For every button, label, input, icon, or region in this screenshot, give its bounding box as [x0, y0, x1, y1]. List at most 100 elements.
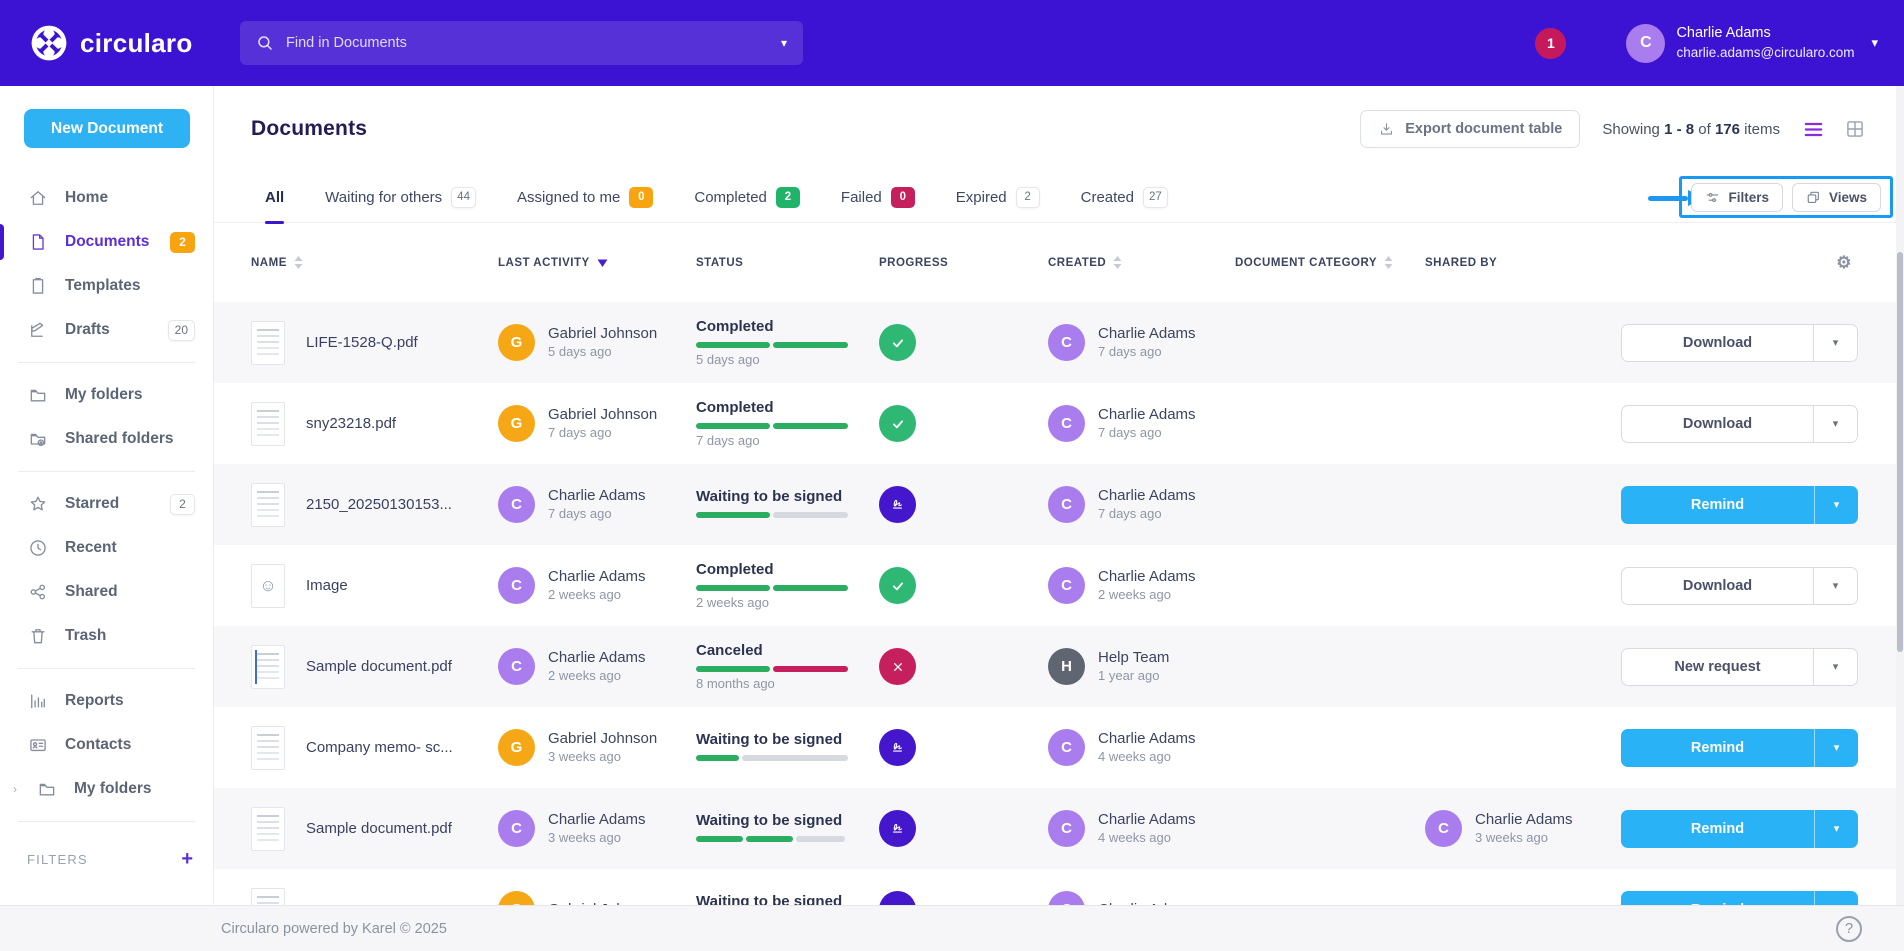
sort-icon[interactable]: [294, 256, 303, 269]
export-document-table-button[interactable]: Export document table: [1360, 110, 1580, 148]
column-header-document-category[interactable]: DOCUMENT CATEGORY: [1235, 256, 1425, 269]
signature-icon: [879, 729, 916, 766]
chevron-down-icon[interactable]: ▾: [1814, 486, 1858, 524]
user-menu-chevron-down-icon: ▾: [1871, 35, 1878, 51]
star-icon: [27, 494, 48, 515]
grid-view-icon[interactable]: [1844, 118, 1866, 140]
table-row[interactable]: Sample document.pdf CCharlie Adams2 week…: [214, 626, 1904, 707]
sidebar-item-shared-folders[interactable]: Shared folders: [0, 417, 213, 461]
table-row[interactable]: LIFE-1528-Q.pdf GGabriel Johnson5 days a…: [214, 302, 1904, 383]
list-view-icon[interactable]: [1802, 118, 1824, 140]
image-thumbnail: ☺: [251, 564, 285, 608]
filters-section-label: FILTERS: [27, 852, 88, 867]
table-row[interactable]: ☺Image CCharlie Adams2 weeks ago Complet…: [214, 545, 1904, 626]
document-thumbnail: [251, 402, 285, 446]
remind-button[interactable]: Remind▾: [1621, 810, 1858, 848]
tab-expired[interactable]: Expired 2: [956, 172, 1040, 223]
chevron-down-icon[interactable]: ▾: [1814, 729, 1858, 767]
sidebar-item-starred[interactable]: Starred 2: [0, 482, 213, 526]
help-icon[interactable]: ?: [1836, 916, 1862, 942]
filters-button[interactable]: Filters: [1691, 183, 1783, 212]
tab-waiting-for-others[interactable]: Waiting for others 44: [325, 172, 476, 223]
sort-desc-icon[interactable]: [597, 259, 608, 267]
sidebar-item-recent[interactable]: Recent: [0, 526, 213, 570]
document-name[interactable]: Sample document.pdf: [306, 658, 452, 675]
table-row[interactable]: Company memo- sc... GGabriel Johnson3 we…: [214, 707, 1904, 788]
sidebar-item-contacts[interactable]: Contacts: [0, 723, 213, 767]
tab-count-badge: 2: [1016, 187, 1040, 208]
tab-completed[interactable]: Completed 2: [694, 172, 800, 223]
sidebar-item-trash[interactable]: Trash: [0, 614, 213, 658]
home-icon: [27, 188, 48, 209]
tab-assigned-to-me[interactable]: Assigned to me 0: [517, 172, 653, 223]
document-name[interactable]: Sample document.pdf: [306, 820, 452, 837]
sidebar-item-reports[interactable]: Reports: [0, 679, 213, 723]
document-name[interactable]: sny23218.pdf: [306, 415, 396, 432]
sidebar-item-my-folders[interactable]: My folders: [0, 373, 213, 417]
filters-section: FILTERS +: [0, 832, 213, 871]
sidebar-item-templates[interactable]: Templates: [0, 264, 213, 308]
person-name: Help Team: [1098, 648, 1169, 668]
document-thumbnail: [251, 483, 285, 527]
chevron-down-icon[interactable]: ▾: [1813, 568, 1857, 604]
download-button[interactable]: Download▾: [1621, 567, 1858, 605]
chevron-down-icon[interactable]: ▾: [1813, 649, 1857, 685]
document-name[interactable]: Company memo- sc...: [306, 739, 453, 756]
user-menu[interactable]: C Charlie Adams charlie.adams@circularo.…: [1626, 24, 1878, 63]
sidebar-item-label: My folders: [74, 780, 152, 798]
chevron-down-icon[interactable]: ▾: [1814, 810, 1858, 848]
column-header-last-activity[interactable]: LAST ACTIVITY: [498, 257, 696, 269]
sort-icon[interactable]: [1384, 256, 1393, 269]
table-row[interactable]: Sample document.pdf CCharlie Adams3 week…: [214, 788, 1904, 869]
sidebar-item-home[interactable]: Home: [0, 176, 213, 220]
search-scope-chevron-down-icon[interactable]: ▾: [781, 36, 787, 50]
app-logo[interactable]: circularo: [30, 0, 193, 86]
sidebar-item-label: Starred: [65, 495, 119, 513]
document-name[interactable]: 2150_20250130153...: [306, 496, 452, 513]
views-button[interactable]: Views: [1792, 183, 1881, 212]
completed-check-icon: [879, 324, 916, 361]
scrollbar[interactable]: [1896, 86, 1904, 951]
table-row[interactable]: sny23218.pdf GGabriel Johnson7 days ago …: [214, 383, 1904, 464]
page-title: Documents: [251, 117, 367, 141]
new-document-button[interactable]: New Document: [24, 109, 190, 148]
sort-icon[interactable]: [1113, 256, 1122, 269]
remind-button[interactable]: Remind▾: [1621, 729, 1858, 767]
sidebar-divider: [18, 821, 195, 822]
person-time: 2 weeks ago: [1098, 587, 1196, 604]
tab-count-badge: 27: [1143, 187, 1168, 208]
sidebar-item-drafts[interactable]: Drafts 20: [0, 308, 213, 352]
add-filter-plus-icon[interactable]: +: [181, 848, 193, 871]
sidebar-divider: [18, 668, 195, 669]
template-icon: [27, 276, 48, 297]
notification-badge[interactable]: 1: [1535, 28, 1566, 59]
column-header-name[interactable]: NAME: [251, 256, 498, 269]
folder-icon: [27, 385, 48, 406]
global-search-input[interactable]: Find in Documents ▾: [240, 21, 803, 65]
document-name[interactable]: Image: [306, 577, 348, 594]
sidebar-item-my-folders-tree[interactable]: › My folders: [0, 767, 213, 811]
avatar: G: [498, 729, 535, 766]
scrollbar-thumb[interactable]: [1897, 252, 1903, 652]
remind-button[interactable]: Remind▾: [1621, 486, 1858, 524]
tab-failed[interactable]: Failed 0: [841, 172, 915, 223]
column-header-progress[interactable]: PROGRESS: [879, 257, 1048, 269]
table-row[interactable]: 2150_20250130153... CCharlie Adams7 days…: [214, 464, 1904, 545]
download-button[interactable]: Download▾: [1621, 324, 1858, 362]
sidebar-item-documents[interactable]: Documents 2: [0, 220, 213, 264]
column-header-status[interactable]: STATUS: [696, 257, 879, 269]
trash-icon: [27, 626, 48, 647]
chevron-down-icon[interactable]: ▾: [1813, 406, 1857, 442]
chevron-down-icon[interactable]: ▾: [1813, 325, 1857, 361]
sidebar-item-shared[interactable]: Shared: [0, 570, 213, 614]
settings-gear-icon[interactable]: ⚙: [1836, 253, 1852, 273]
column-header-shared-by[interactable]: SHARED BY: [1425, 257, 1621, 269]
column-header-created[interactable]: CREATED: [1048, 256, 1235, 269]
tab-created[interactable]: Created 27: [1081, 172, 1168, 223]
new-request-button[interactable]: New request▾: [1621, 648, 1858, 686]
download-button[interactable]: Download▾: [1621, 405, 1858, 443]
table-header-row: NAME LAST ACTIVITY STATUS PROGRESS CREAT…: [214, 223, 1904, 302]
chevron-right-icon[interactable]: ›: [13, 782, 17, 796]
tab-all[interactable]: All: [265, 172, 284, 223]
document-name[interactable]: LIFE-1528-Q.pdf: [306, 334, 418, 351]
